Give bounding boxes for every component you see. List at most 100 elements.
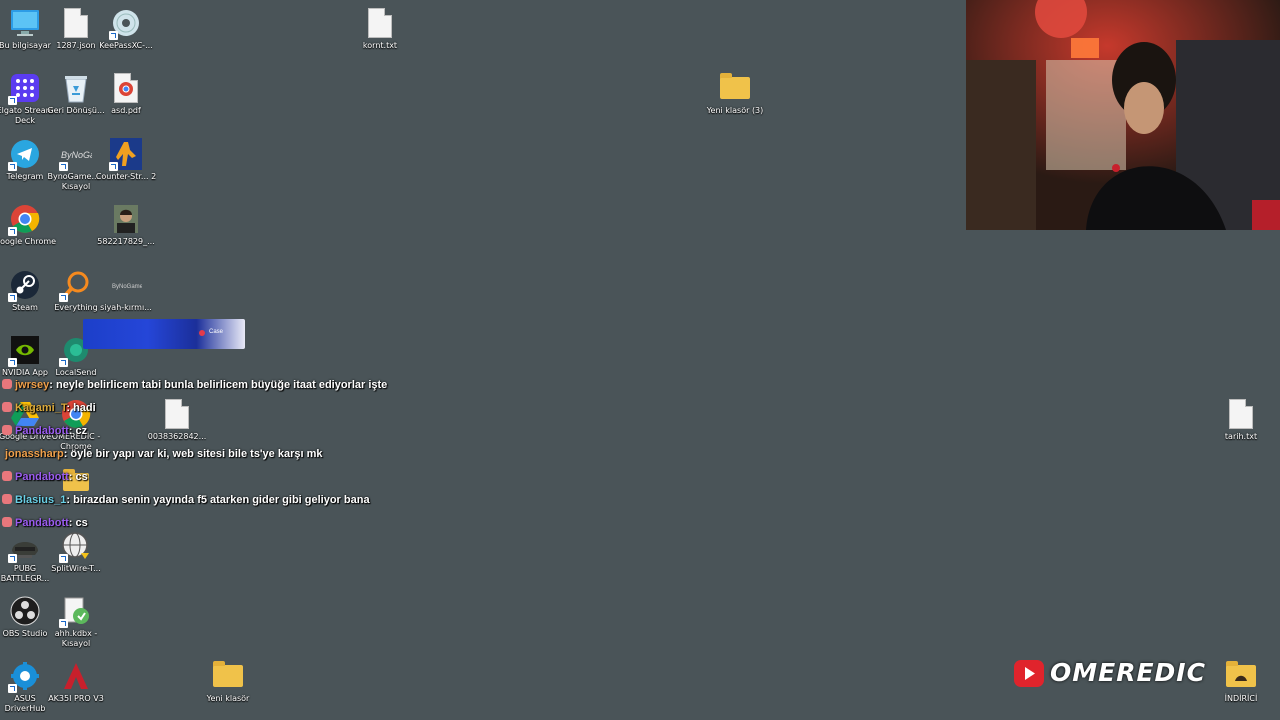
shortcut-arrow-icon [8, 684, 17, 693]
everything-search-icon [59, 269, 92, 302]
nvidia-icon [8, 334, 41, 367]
chat-badge-icon [2, 379, 12, 390]
steam-icon [8, 269, 41, 302]
desktop-icon-label: 0038362842... [147, 432, 207, 441]
text-file-icon [368, 8, 392, 38]
chat-text: : cz [68, 425, 88, 437]
channel-logo: OMEREDIC [1012, 657, 1205, 691]
obs-icon [9, 595, 41, 627]
desktop-icon-label: AK35I PRO V3 [48, 694, 104, 703]
chat-text: : cs [68, 471, 88, 483]
desktop-icon-label: LocalSend [55, 368, 97, 377]
desktop-icon-tarih-txt[interactable]: tarih.txt [1211, 398, 1271, 442]
chat-text: : hadi [66, 402, 96, 414]
webcam-feed [966, 0, 1280, 230]
folder-icon [213, 661, 243, 687]
chat-username: Pandabott [15, 425, 69, 437]
banner-brand: Case [209, 329, 224, 335]
chat-message: jwrsey: neyle belirlicem tabi bunla beli… [2, 379, 387, 391]
chrome-badge-icon [119, 82, 133, 96]
keepass-database-icon [59, 595, 92, 628]
desktop-icon-label: ahh.kdbx - Kısayol [54, 629, 98, 648]
telegram-icon [8, 138, 41, 171]
desktop-icon-photo[interactable]: 582217829_... [96, 203, 156, 247]
svg-text:ByNoGame: ByNoGame [112, 284, 142, 290]
desktop-icon-label: Counter-Str... 2 [95, 172, 157, 181]
desktop-icon-label: SplitWire-T... [51, 564, 101, 573]
bynogame-icon: ByNoGame [59, 138, 92, 171]
desktop-icon-label: İNDİRİCİ [1224, 694, 1258, 703]
desktop-icon-ahh-kdbx[interactable]: ahh.kdbx - Kısayol [46, 595, 106, 649]
shortcut-arrow-icon [8, 162, 17, 171]
desktop-icon-asd-pdf[interactable]: asd.pdf [96, 72, 156, 116]
desktop-icon-counter-strike[interactable]: Counter-Str... 2 [96, 138, 156, 182]
desktop-icon-indirici[interactable]: İNDİRİCİ [1211, 660, 1271, 704]
shortcut-arrow-icon [59, 554, 68, 563]
chat-badge-icon [2, 425, 12, 436]
chat-message: jonassharp: öyle bir yapı var ki, web si… [5, 448, 322, 460]
desktop-icon-ak35i[interactable]: AK35I PRO V3 [46, 660, 106, 704]
keepassxc-disc-icon [109, 7, 142, 40]
chat-username: jonassharp [5, 448, 64, 460]
text-file-icon [1229, 399, 1253, 429]
chat-message: Pandabott: cz [2, 425, 87, 437]
chat-badge-icon [2, 402, 12, 413]
desktop-icon-label: asd.pdf [111, 106, 141, 115]
shortcut-arrow-icon [8, 293, 17, 302]
chat-badge-icon [2, 494, 12, 505]
svg-text:ByNoGame: ByNoGame [61, 150, 92, 160]
webcam-overlay [966, 0, 1280, 230]
desktop-icon-label: Google Chrome [0, 237, 57, 246]
file-icon [165, 399, 189, 429]
chat-text: : öyle bir yapı var ki, web sitesi bile … [63, 448, 323, 460]
shortcut-arrow-icon [109, 31, 118, 40]
banner-logo-icon [199, 330, 205, 336]
shortcut-arrow-icon [59, 162, 68, 171]
desktop-icon-file-0038[interactable]: 0038362842... [147, 398, 207, 442]
monitor-icon [9, 7, 41, 39]
desktop-icon-kornt-txt[interactable]: kornt.txt [350, 7, 410, 51]
chat-text: : cs [68, 517, 88, 529]
counter-strike-icon [109, 138, 142, 171]
shortcut-arrow-icon [59, 358, 68, 367]
desktop-icon-label: siyah-kırmı... [100, 303, 152, 312]
chat-text: : birazdan senin yayında f5 atarken gide… [66, 494, 370, 506]
shortcut-arrow-icon [59, 619, 68, 628]
shortcut-arrow-icon [59, 293, 68, 302]
file-icon [64, 8, 88, 38]
desktop-icon-yeni-klasor-3[interactable]: Yeni klasör (3) [705, 72, 765, 116]
chat-username: jwrsey [15, 379, 50, 391]
shortcut-arrow-icon [8, 227, 17, 236]
shortcut-arrow-icon [109, 162, 118, 171]
desktop-icon-label: Yeni klasör [206, 694, 250, 703]
chat-badge-icon [2, 517, 12, 528]
shortcut-arrow-icon [8, 554, 17, 563]
photo-thumbnail-icon [110, 203, 142, 235]
chat-username: Blasius_1 [15, 494, 67, 506]
desktop-icon-keepass[interactable]: KeePassXC-... [96, 7, 156, 51]
asus-driverhub-icon [8, 660, 41, 693]
desktop-icon-yeni-klasor[interactable]: Yeni klasör [198, 660, 258, 704]
recycle-bin-icon [60, 72, 92, 104]
desktop-icon-label: kornt.txt [362, 41, 398, 50]
chat-message: Pandabott: cs [2, 517, 88, 529]
chat-message: Kagami_T: hadi [2, 402, 96, 414]
chat-username: Pandabott [15, 517, 69, 529]
chat-message: Pandabott: cs [2, 471, 88, 483]
logo-text: OMEREDIC [1050, 658, 1206, 687]
desktop-icon-label: Yeni klasör (3) [706, 106, 764, 115]
chrome-icon [8, 203, 41, 236]
chat-badge-icon [2, 471, 12, 482]
pubg-helmet-icon [8, 530, 41, 563]
desktop-icon-siyah-kirmizi[interactable]: ByNoGame siyah-kırmı... [96, 269, 156, 313]
chat-message: Blasius_1: birazdan senin yayında f5 ata… [2, 494, 370, 506]
desktop-icon-label: KeePassXC-... [99, 41, 153, 50]
desktop-icon-splitwire[interactable]: SplitWire-T... [46, 530, 106, 574]
ak35i-logo-icon [60, 660, 92, 692]
desktop-icon-chrome[interactable]: Google Chrome [0, 203, 57, 247]
folder-icon [720, 73, 750, 99]
desktop-icon-label: 582217829_... [97, 237, 155, 246]
image-thumbnail-icon: ByNoGame [110, 269, 142, 301]
ad-banner[interactable]: Case [83, 319, 245, 349]
chat-username: Pandabott [15, 471, 69, 483]
